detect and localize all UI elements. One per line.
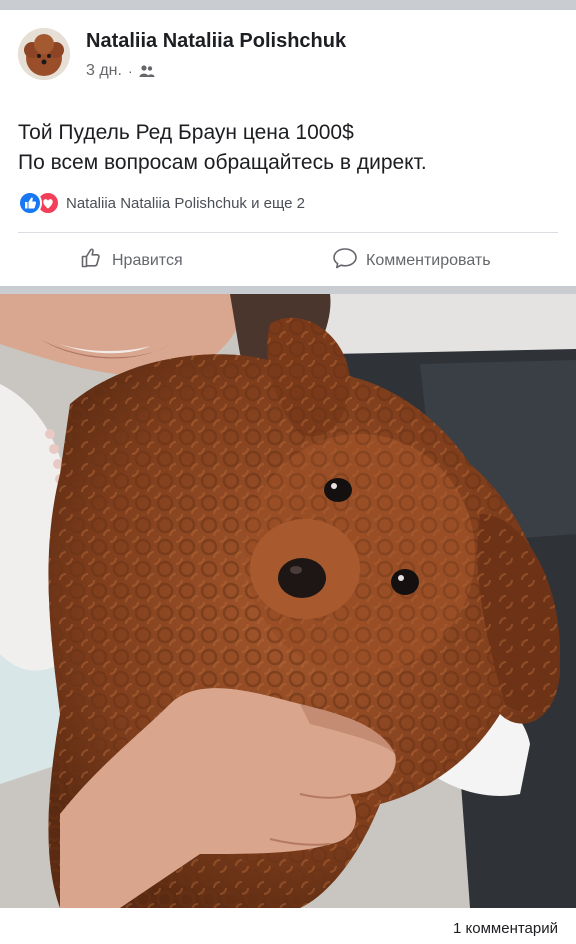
friends-icon[interactable] bbox=[139, 64, 155, 78]
post-footer: 1 комментарий bbox=[0, 908, 576, 944]
reactions-text: Nataliia Nataliia Polishchuk и еще 2 bbox=[66, 194, 306, 212]
avatar[interactable] bbox=[18, 28, 70, 80]
post-time[interactable]: 3 дн. bbox=[86, 62, 122, 80]
poodle-avatar-image bbox=[18, 28, 70, 80]
post-text: Той Пудель Ред Браун цена 1000$ По всем … bbox=[18, 118, 558, 178]
comment-button[interactable]: Комментировать bbox=[332, 246, 491, 275]
post-card: Nataliia Nataliia Polishchuk 3 дн. · Той… bbox=[0, 10, 576, 286]
reaction-icons bbox=[18, 191, 60, 215]
post-meta: 3 дн. · bbox=[86, 62, 155, 80]
meta-separator: · bbox=[127, 63, 133, 79]
top-separator bbox=[0, 0, 576, 10]
like-button-label: Нравится bbox=[112, 251, 183, 269]
thumbs-up-icon bbox=[80, 246, 104, 275]
reactions-summary[interactable]: Nataliia Nataliia Polishchuk и еще 2 bbox=[18, 191, 305, 215]
like-button[interactable]: Нравится bbox=[80, 246, 183, 275]
post-text-line-2: По всем вопросам обращайтесь в директ. bbox=[18, 151, 427, 174]
post-photo[interactable] bbox=[0, 294, 576, 908]
comment-count[interactable]: 1 комментарий bbox=[453, 920, 558, 937]
like-reaction-icon bbox=[18, 191, 42, 215]
poodle-photo-image bbox=[0, 294, 576, 908]
comment-button-label: Комментировать bbox=[366, 251, 491, 269]
action-divider bbox=[18, 232, 558, 233]
speech-bubble-icon bbox=[332, 246, 358, 275]
author-name[interactable]: Nataliia Nataliia Polishchuk bbox=[86, 30, 346, 53]
post-text-line-1: Той Пудель Ред Браун цена 1000$ bbox=[18, 121, 354, 144]
section-separator bbox=[0, 286, 576, 294]
